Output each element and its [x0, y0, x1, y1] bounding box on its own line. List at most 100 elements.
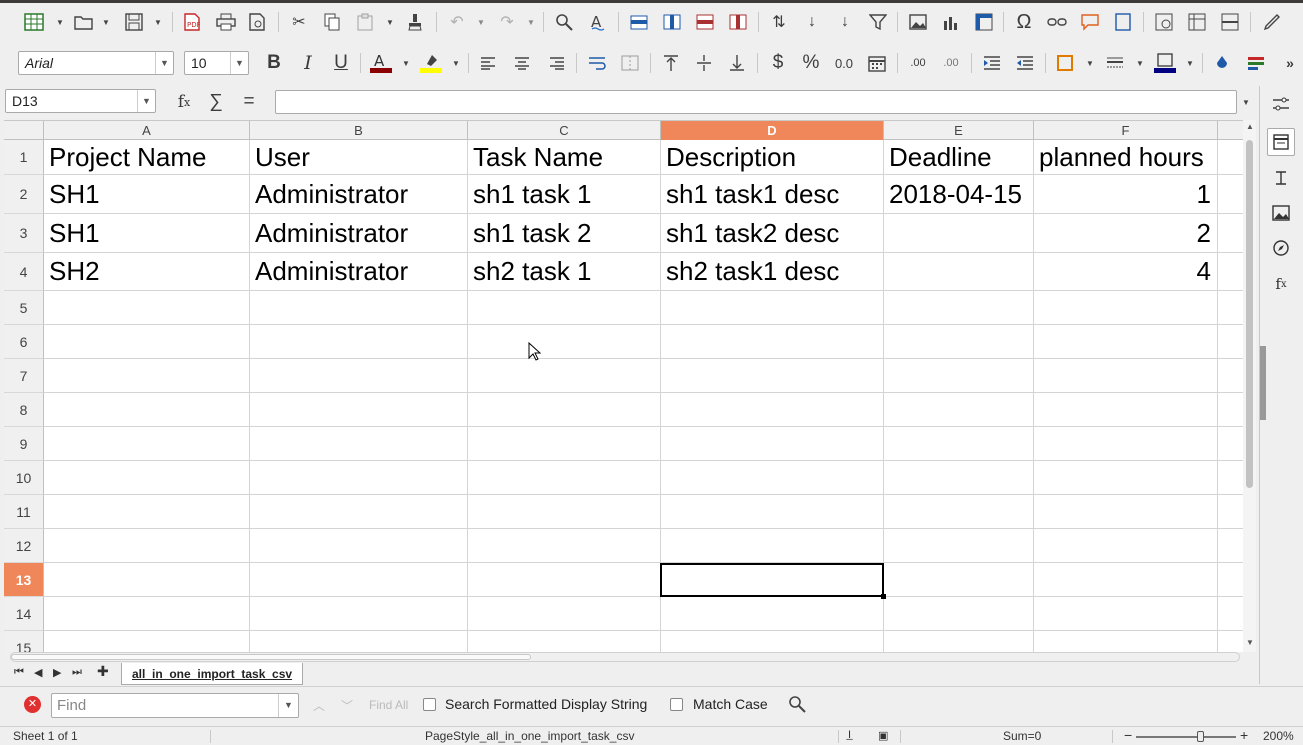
- select-all-corner[interactable]: [4, 121, 44, 140]
- row-header[interactable]: 9: [4, 427, 44, 461]
- print-preview-icon[interactable]: [246, 3, 270, 41]
- toolbar-overflow-icon[interactable]: »: [1282, 44, 1298, 82]
- sum-icon[interactable]: ∑: [204, 83, 228, 121]
- sidebar-navigator-icon[interactable]: [1267, 234, 1295, 262]
- find-replace-dialog-icon[interactable]: [785, 686, 809, 722]
- bold-icon[interactable]: B: [262, 44, 286, 82]
- chevron-down-icon[interactable]: ▼: [278, 694, 298, 717]
- open-folder-icon[interactable]: [72, 3, 96, 41]
- cell-d3[interactable]: sh1 task2 desc: [661, 214, 883, 252]
- row-icon[interactable]: [627, 3, 651, 41]
- align-top-icon[interactable]: [659, 44, 683, 82]
- special-character-icon[interactable]: Ω: [1012, 3, 1036, 41]
- row-header[interactable]: 7: [4, 359, 44, 393]
- open-dropdown-icon[interactable]: ▼: [100, 3, 112, 41]
- cell-cursor[interactable]: [660, 563, 886, 599]
- zoom-level[interactable]: 200%: [1263, 729, 1294, 743]
- font-color-icon[interactable]: A: [368, 44, 394, 82]
- column-header-c[interactable]: C: [468, 121, 661, 140]
- hyperlink-icon[interactable]: [1045, 3, 1069, 41]
- sidebar-properties-icon[interactable]: [1267, 128, 1295, 156]
- row-header[interactable]: 2: [4, 175, 44, 214]
- undo-dropdown-icon[interactable]: ▼: [475, 3, 487, 41]
- row-header[interactable]: 11: [4, 495, 44, 529]
- font-name-combo[interactable]: Arial ▼: [18, 51, 174, 75]
- date-format-icon[interactable]: [865, 44, 889, 82]
- column-header-d[interactable]: D: [661, 121, 884, 140]
- zoom-in-icon[interactable]: +: [1240, 727, 1248, 743]
- comment-icon[interactable]: [1078, 3, 1102, 41]
- chevron-down-icon[interactable]: ▼: [230, 52, 248, 74]
- paste-icon[interactable]: [353, 3, 377, 41]
- merge-center-icon[interactable]: [618, 44, 642, 82]
- cell-f1[interactable]: planned hours: [1034, 140, 1217, 174]
- sidebar-collapse-handle[interactable]: [1260, 346, 1266, 420]
- cell-a2[interactable]: SH1: [44, 175, 249, 213]
- cell-styles-icon[interactable]: [1210, 44, 1234, 82]
- cell-f2[interactable]: 1: [1034, 175, 1217, 213]
- cell-b4[interactable]: Administrator: [250, 253, 467, 290]
- cell-e3[interactable]: [884, 214, 1033, 252]
- row-header[interactable]: 14: [4, 597, 44, 631]
- sort-descending-icon[interactable]: ↓: [833, 3, 857, 41]
- copy-icon[interactable]: [320, 3, 344, 41]
- cell-b1[interactable]: User: [250, 140, 467, 174]
- scroll-down-icon[interactable]: ▼: [1246, 638, 1254, 647]
- decrease-indent-icon[interactable]: [1013, 44, 1037, 82]
- cell-c1[interactable]: Task Name: [468, 140, 660, 174]
- wrap-text-icon[interactable]: [585, 44, 609, 82]
- column-header-a[interactable]: A: [44, 121, 250, 140]
- delete-rows-icon[interactable]: [693, 3, 717, 41]
- cell-b2[interactable]: Administrator: [250, 175, 467, 213]
- print-icon[interactable]: [214, 3, 238, 41]
- document-modified-icon[interactable]: ▣: [878, 729, 888, 742]
- insert-image-icon[interactable]: [906, 3, 930, 41]
- split-window-icon[interactable]: [1218, 3, 1242, 41]
- sort-icon[interactable]: ⇅: [767, 3, 791, 41]
- horizontal-scroll-thumb[interactable]: [11, 654, 531, 660]
- currency-format-icon[interactable]: $: [766, 44, 790, 82]
- next-sheet-icon[interactable]: ▶: [53, 666, 61, 679]
- cut-icon[interactable]: ✂: [287, 3, 311, 41]
- last-sheet-icon[interactable]: ⏭: [72, 666, 82, 679]
- cell-d2[interactable]: sh1 task1 desc: [661, 175, 883, 213]
- find-next-icon[interactable]: ﹀: [341, 697, 353, 714]
- column-header-f[interactable]: F: [1034, 121, 1218, 140]
- cell-b3[interactable]: Administrator: [250, 214, 467, 252]
- autofilter-icon[interactable]: [866, 3, 890, 41]
- sidebar-settings-icon[interactable]: [1267, 90, 1295, 118]
- sidebar-styles-icon[interactable]: [1267, 164, 1295, 192]
- align-bottom-icon[interactable]: [725, 44, 749, 82]
- scroll-up-icon[interactable]: ▲: [1246, 122, 1254, 131]
- define-print-area-icon[interactable]: [1152, 3, 1176, 41]
- freeze-rows-columns-icon[interactable]: [1185, 3, 1209, 41]
- row-header[interactable]: 8: [4, 393, 44, 427]
- border-color-dropdown-icon[interactable]: ▼: [1184, 44, 1196, 82]
- vertical-scrollbar[interactable]: ▲ ▼: [1243, 120, 1256, 652]
- close-find-bar-icon[interactable]: ✕: [24, 696, 41, 713]
- cell-a3[interactable]: SH1: [44, 214, 249, 252]
- cell-d4[interactable]: sh2 task1 desc: [661, 253, 883, 290]
- find-all-button[interactable]: Find All: [369, 698, 408, 712]
- spelling-icon[interactable]: A: [586, 3, 610, 41]
- row-header[interactable]: 4: [4, 253, 44, 291]
- cell-a4[interactable]: SH2: [44, 253, 249, 290]
- chevron-down-icon[interactable]: ▼: [155, 52, 173, 74]
- row-header[interactable]: 3: [4, 214, 44, 253]
- zoom-out-icon[interactable]: −: [1124, 727, 1132, 743]
- vertical-scroll-thumb[interactable]: [1246, 140, 1253, 488]
- delete-columns-icon[interactable]: [726, 3, 750, 41]
- row-header[interactable]: 1: [4, 140, 44, 175]
- align-left-icon[interactable]: [476, 44, 500, 82]
- sort-ascending-icon[interactable]: ↓: [800, 3, 824, 41]
- conditional-format-icon[interactable]: [1244, 44, 1268, 82]
- new-spreadsheet-icon[interactable]: [22, 3, 46, 41]
- find-previous-icon[interactable]: ︿: [313, 697, 325, 714]
- autofill-handle[interactable]: [881, 594, 886, 599]
- sheet-tab[interactable]: all_in_one_import_task_csv: [121, 663, 304, 685]
- find-replace-icon[interactable]: [552, 3, 576, 41]
- export-pdf-icon[interactable]: PDF: [180, 3, 204, 41]
- cell-e2[interactable]: 2018-04-15: [884, 175, 1033, 213]
- name-box[interactable]: D13 ▼: [5, 89, 156, 113]
- highlight-color-icon[interactable]: [418, 44, 444, 82]
